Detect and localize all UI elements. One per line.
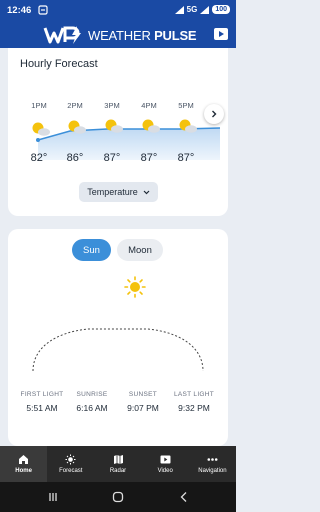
- last-light-time: 9:32 PM: [178, 403, 210, 413]
- notification-icon: [38, 5, 48, 15]
- recent-apps-icon[interactable]: [47, 491, 59, 503]
- sunrise-label: SUNRISE: [76, 391, 108, 398]
- nav-radar[interactable]: Radar: [94, 446, 141, 482]
- hourly-forecast-card: Hourly Forecast 1PM 2PM 3PM 4PM 5PM 82° …: [8, 48, 228, 216]
- map-icon: [113, 455, 123, 464]
- dropdown-label: Temperature: [87, 187, 138, 197]
- video-channel-icon[interactable]: [214, 28, 228, 40]
- home-button-icon[interactable]: [112, 491, 124, 503]
- hour-label: 3PM: [104, 101, 120, 110]
- temperature-value: 87°: [140, 152, 158, 164]
- system-navigation-bar: [0, 482, 236, 512]
- daylight-arc: [32, 328, 204, 372]
- sun-moon-card: Sun Moon FIRST LIGHT 5:51 AM SUNRISE 6:1…: [8, 229, 228, 446]
- hour-label: 2PM: [67, 101, 83, 110]
- hourly-forecast-title: Hourly Forecast: [20, 58, 98, 70]
- battery-level: 100: [212, 5, 230, 14]
- status-bar: 12:46 5G 100: [0, 0, 236, 22]
- nav-video[interactable]: Video: [142, 446, 189, 482]
- status-time: 12:46: [7, 5, 32, 16]
- home-icon: [19, 455, 29, 464]
- nav-forecast[interactable]: Forecast: [47, 446, 94, 482]
- nav-navigation[interactable]: Navigation: [189, 446, 236, 482]
- chart-metric-dropdown[interactable]: Temperature: [79, 182, 158, 202]
- cell-signal-icon: [200, 5, 210, 14]
- sunset-label: SUNSET: [128, 391, 158, 398]
- sunrise-time: 6:16 AM: [76, 403, 108, 413]
- first-light-label: FIRST LIGHT: [20, 391, 64, 398]
- tab-moon[interactable]: Moon: [117, 239, 163, 261]
- chevron-right-icon: [212, 110, 217, 118]
- hour-label: 5PM: [178, 101, 194, 110]
- next-hours-button[interactable]: [204, 104, 224, 124]
- temperature-value: 87°: [177, 152, 195, 164]
- play-icon: [160, 455, 171, 464]
- temperature-value: 82°: [30, 152, 48, 164]
- signal-icon: [174, 5, 184, 14]
- first-light-time: 5:51 AM: [26, 403, 58, 413]
- weatherpulse-logo-icon: [43, 26, 81, 44]
- chevron-down-icon: [143, 190, 150, 194]
- partly-cloudy-icon: [32, 122, 50, 136]
- hour-label: 4PM: [141, 101, 157, 110]
- network-type: 5G: [186, 5, 198, 14]
- temperature-chart: [32, 119, 221, 160]
- dots-icon: [207, 458, 218, 461]
- sun-icon: [124, 276, 146, 298]
- bottom-navigation: Home Forecast Radar Video Navigation: [0, 446, 236, 482]
- sun-icon: [65, 454, 76, 465]
- back-icon[interactable]: [178, 491, 190, 503]
- brand-name: WEATHER PULSE: [88, 28, 197, 43]
- temperature-value: 86°: [66, 152, 84, 164]
- sunset-time: 9:07 PM: [127, 403, 159, 413]
- tab-sun[interactable]: Sun: [72, 239, 111, 261]
- nav-home[interactable]: Home: [0, 446, 48, 482]
- app-header: WEATHER PULSE: [0, 22, 236, 48]
- last-light-label: LAST LIGHT: [173, 391, 215, 398]
- hour-label: 1PM: [31, 101, 47, 110]
- temperature-value: 87°: [103, 152, 121, 164]
